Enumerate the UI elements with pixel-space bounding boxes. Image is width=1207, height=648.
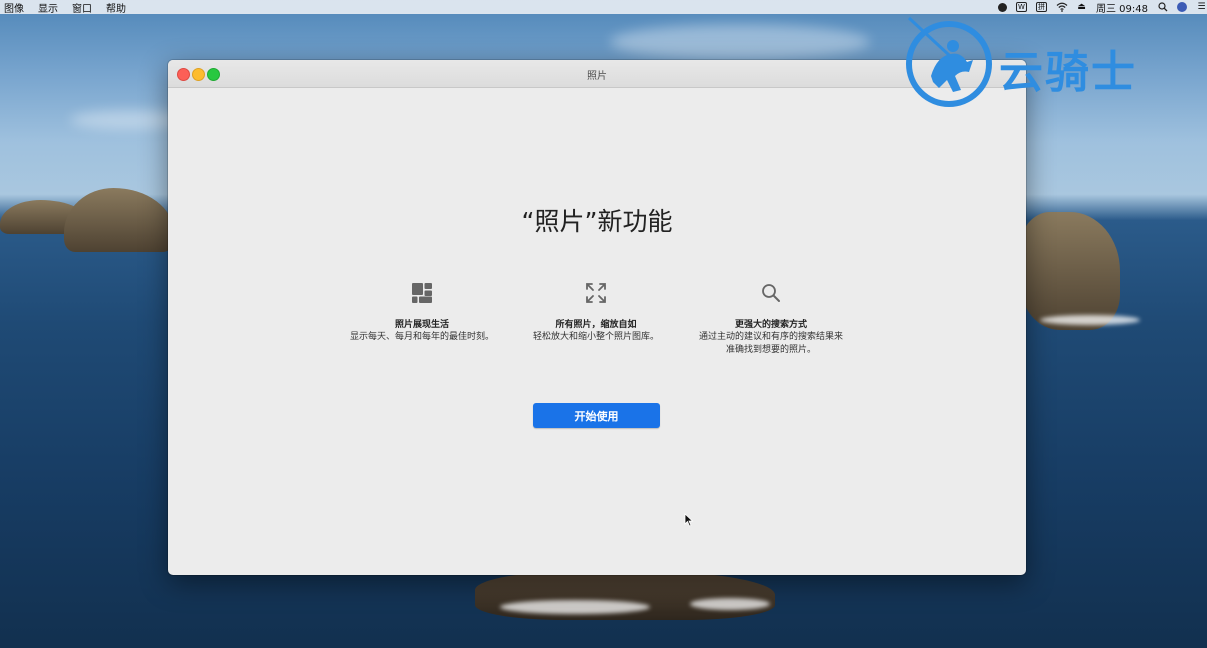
right-island	[1020, 212, 1120, 330]
user-avatar-icon[interactable]	[1177, 2, 1187, 12]
menu-bar-right: W 拼 ⏏ 周三 09:48 ☰	[989, 0, 1207, 15]
feature-item: 照片展现生活 显示每天、每月和每年的最佳时刻。	[322, 282, 522, 343]
photos-window: 照片 “照片”新功能 照片展现生活 显示每天、每月和每年的最佳时刻。 所有照片，…	[168, 60, 1026, 575]
mouse-pointer-icon	[684, 513, 694, 527]
wifi-icon[interactable]	[1056, 2, 1068, 12]
feature-description: 轻松放大和缩小整个照片图库。	[532, 332, 659, 342]
sea-foam	[1040, 315, 1140, 325]
feature-description: 显示每天、每月和每年的最佳时刻。	[349, 332, 494, 342]
menu-item-view[interactable]: 显示	[38, 0, 58, 15]
page-title: “照片”新功能	[521, 207, 673, 236]
feature-description: 通过主动的建议和有序的搜索结果来	[698, 332, 843, 342]
feature-item: 更强大的搜索方式 通过主动的建议和有序的搜索结果来 准确找到想要的照片。	[671, 282, 871, 356]
grid-layout-icon	[412, 283, 432, 303]
expand-arrows-icon	[586, 283, 606, 303]
spotlight-search-icon[interactable]	[1157, 2, 1168, 12]
menu-item-help[interactable]: 帮助	[106, 0, 126, 15]
menu-clock[interactable]: 周三 09:48	[1096, 0, 1148, 15]
app-w-icon[interactable]: W	[1016, 2, 1027, 12]
feature-title: 更强大的搜索方式	[734, 320, 807, 330]
feature-description-line2: 准确找到想要的照片。	[725, 345, 816, 355]
sea-foam	[500, 600, 650, 614]
feature-item: 所有照片，缩放自如 轻松放大和缩小整个照片图库。	[496, 282, 696, 343]
feature-title: 照片展现生活	[394, 320, 449, 330]
watermark-text: 云骑士	[999, 47, 1137, 98]
control-center-icon[interactable]: ☰	[1196, 2, 1207, 12]
input-method-icon[interactable]: 拼	[1036, 2, 1047, 12]
menu-bar-left: 图像 显示 窗口 帮助	[0, 0, 136, 15]
title-bar[interactable]: 照片	[168, 60, 1026, 88]
left-island	[64, 188, 174, 252]
search-icon	[762, 284, 780, 302]
window-title: 照片	[587, 71, 607, 82]
sea-foam	[690, 598, 770, 610]
menu-item-image[interactable]: 图像	[4, 0, 24, 15]
get-started-button[interactable]: 开始使用	[533, 403, 660, 428]
bottom-rocks	[475, 570, 775, 620]
feature-title: 所有照片，缩放自如	[555, 320, 637, 330]
eject-icon[interactable]: ⏏	[1076, 2, 1087, 12]
record-icon[interactable]	[998, 2, 1007, 12]
watermark-logo: 云骑士	[903, 16, 1203, 108]
knight-logo-icon	[906, 16, 992, 107]
sky-cloud	[610, 24, 870, 60]
menu-item-window[interactable]: 窗口	[72, 0, 92, 15]
menu-bar: 图像 显示 窗口 帮助 W 拼 ⏏ 周三 09:48 ☰	[0, 0, 1207, 15]
